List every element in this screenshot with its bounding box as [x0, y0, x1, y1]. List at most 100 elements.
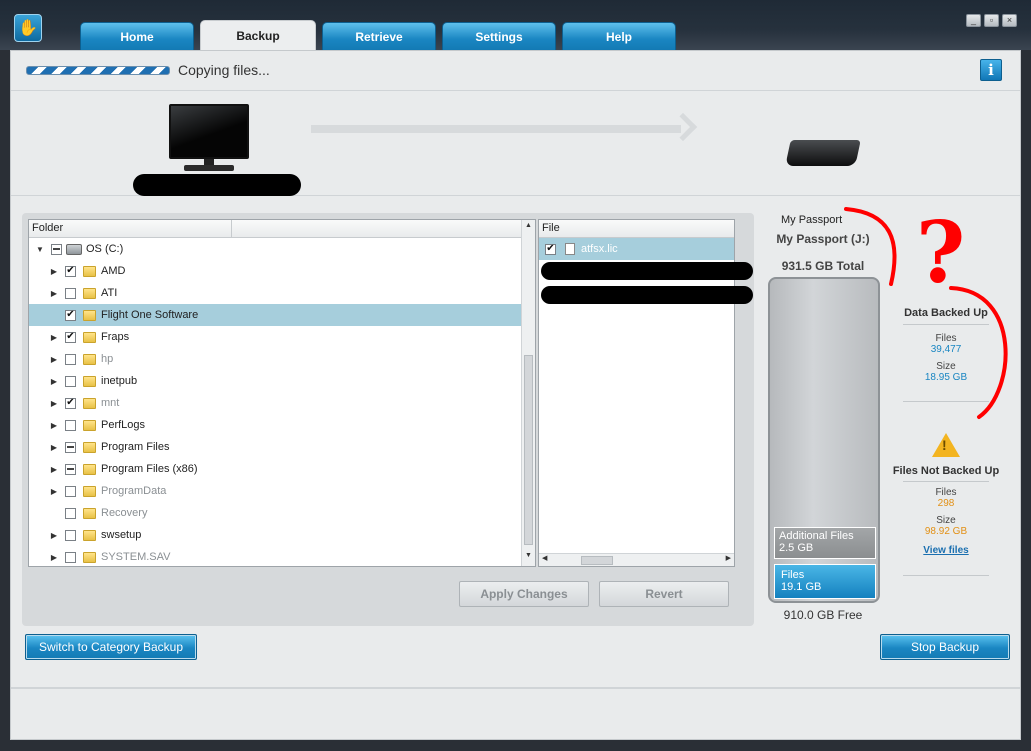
view-files-link[interactable]: View files	[923, 545, 968, 556]
expand-arrow-icon[interactable]: ▶	[49, 553, 59, 562]
scroll-down-icon[interactable]: ▼	[522, 552, 535, 564]
folder-icon	[83, 419, 96, 431]
expand-arrow-icon[interactable]: ▶	[49, 487, 59, 496]
stop-backup-button[interactable]: Stop Backup	[880, 634, 1010, 660]
additional-files-label: Additional Files	[779, 530, 854, 542]
tree-folder-row[interactable]: ▶ ✔ AMD	[29, 260, 522, 282]
scroll-up-icon[interactable]: ▲	[522, 222, 535, 234]
folder-checkbox[interactable]	[65, 485, 76, 497]
hscroll-thumb[interactable]	[581, 556, 613, 565]
folder-label: ProgramData	[101, 485, 167, 497]
file-selection-panel: Folder ▼ OS (C:) ▶ ✔ AMD ▶ ATI ✔ Flight One Soft…	[22, 213, 754, 626]
backed-up-files-value: 39,477	[930, 344, 962, 355]
not-backed-up-files-value: 298	[937, 498, 955, 509]
folder-checkbox[interactable]	[65, 551, 76, 563]
folder-checkbox[interactable]: ✔	[65, 265, 76, 277]
tree-folder-row[interactable]: ▶ inetpub	[29, 370, 522, 392]
drive-name: My Passport (J:)	[776, 232, 870, 246]
expand-arrow-icon[interactable]: ▶	[49, 421, 59, 430]
folder-label: PerfLogs	[101, 419, 146, 431]
folder-column-header[interactable]: Folder	[29, 220, 535, 238]
additional-files-value: 2.5 GB	[779, 542, 814, 554]
expand-arrow-icon[interactable]: ▶	[49, 355, 59, 364]
file-row[interactable]: ✔ atfsx.lic	[539, 238, 734, 260]
folder-checkbox[interactable]	[51, 243, 62, 255]
apply-changes-button[interactable]: Apply Changes	[459, 581, 589, 607]
capacity-gauge: Additional Files 2.5 GB Files 19.1 GB	[768, 277, 880, 603]
folder-checkbox[interactable]: ✔	[65, 309, 76, 321]
tree-folder-row[interactable]: ▶ ✔ mnt	[29, 392, 522, 414]
expand-arrow-icon[interactable]: ▶	[49, 399, 59, 408]
expand-arrow-icon[interactable]: ▶	[49, 267, 59, 276]
folder-label: AMD	[101, 265, 126, 277]
folder-checkbox[interactable]	[65, 507, 76, 519]
expand-arrow-icon[interactable]: ▶	[49, 443, 59, 452]
tree-folder-row[interactable]: Recovery	[29, 502, 522, 524]
folder-label: Program Files	[101, 441, 170, 453]
tree-folder-row[interactable]: ▶ swsetup	[29, 524, 522, 546]
column-separator	[231, 220, 232, 238]
revert-button[interactable]: Revert	[599, 581, 729, 607]
tab-settings[interactable]: Settings	[442, 22, 556, 50]
tab-help[interactable]: Help	[562, 22, 676, 50]
scroll-right-icon[interactable]: ▶	[726, 554, 731, 562]
tree-folder-row[interactable]: ▶ SYSTEM.SAV	[29, 546, 522, 568]
scroll-left-icon[interactable]: ◀	[542, 554, 547, 562]
tree-folder-row[interactable]: ▶ ProgramData	[29, 480, 522, 502]
folder-checkbox[interactable]	[65, 529, 76, 541]
minimize-button[interactable]: _	[966, 14, 981, 27]
file-name: atfsx.lic	[581, 243, 618, 255]
folder-checkbox[interactable]	[65, 375, 76, 387]
folder-checkbox[interactable]	[65, 419, 76, 431]
tree-folder-row[interactable]: ▶ ✔ Fraps	[29, 326, 522, 348]
close-button[interactable]: ×	[1002, 14, 1017, 27]
tab-backup[interactable]: Backup	[200, 20, 316, 50]
tree-folder-row[interactable]: ✔ Flight One Software	[29, 304, 522, 326]
folder-checkbox[interactable]	[65, 441, 76, 453]
expand-arrow-icon[interactable]: ▶	[49, 465, 59, 474]
scroll-thumb[interactable]	[524, 355, 533, 545]
tree-folder-row[interactable]: ▶ hp	[29, 348, 522, 370]
tab-home[interactable]: Home	[80, 22, 194, 50]
restore-button[interactable]: ▫	[984, 14, 999, 27]
info-button[interactable]: i	[980, 59, 1002, 81]
folder-checkbox[interactable]	[65, 463, 76, 475]
app-logo-icon: ✋	[14, 14, 42, 42]
folder-label: Flight One Software	[101, 309, 199, 321]
folder-label: mnt	[101, 397, 120, 409]
folder-icon	[83, 485, 96, 497]
switch-category-backup-button[interactable]: Switch to Category Backup	[25, 634, 197, 660]
file-checkbox[interactable]: ✔	[545, 243, 556, 255]
folder-icon	[83, 265, 96, 277]
tree-folder-row[interactable]: ▶ Program Files	[29, 436, 522, 458]
folder-icon	[83, 529, 96, 541]
folder-scrollbar[interactable]: ▲ ▼	[521, 220, 535, 566]
expand-arrow-icon[interactable]: ▶	[49, 377, 59, 386]
drive-total: 931.5 GB Total	[781, 259, 865, 273]
tree-folder-row[interactable]: ▶ PerfLogs	[29, 414, 522, 436]
backed-up-size-label: Size	[936, 361, 956, 372]
expand-arrow-icon[interactable]: ▶	[49, 289, 59, 298]
not-backed-up-files-label: Files	[935, 487, 957, 498]
tab-retrieve[interactable]: Retrieve	[322, 22, 436, 50]
file-hscrollbar[interactable]: ◀ ▶	[539, 553, 734, 566]
folder-checkbox[interactable]: ✔	[65, 331, 76, 343]
divider	[903, 324, 989, 325]
folder-header-label: Folder	[32, 222, 64, 234]
folder-icon	[83, 507, 96, 519]
collapse-arrow-icon[interactable]: ▼	[35, 245, 45, 254]
footer-divider	[11, 687, 1020, 689]
folder-icon	[83, 331, 96, 343]
tree-root-drive[interactable]: ▼ OS (C:)	[29, 238, 522, 260]
transfer-arrow	[311, 125, 681, 133]
folder-checkbox[interactable]	[65, 353, 76, 365]
folder-icon	[83, 287, 96, 299]
file-column-header[interactable]: File	[539, 220, 734, 238]
expand-arrow-icon[interactable]: ▶	[49, 333, 59, 342]
tree-folder-row[interactable]: ▶ Program Files (x86)	[29, 458, 522, 480]
backed-up-title: Data Backed Up	[904, 307, 988, 319]
folder-checkbox[interactable]: ✔	[65, 397, 76, 409]
expand-arrow-icon[interactable]: ▶	[49, 531, 59, 540]
folder-checkbox[interactable]	[65, 287, 76, 299]
tree-folder-row[interactable]: ▶ ATI	[29, 282, 522, 304]
